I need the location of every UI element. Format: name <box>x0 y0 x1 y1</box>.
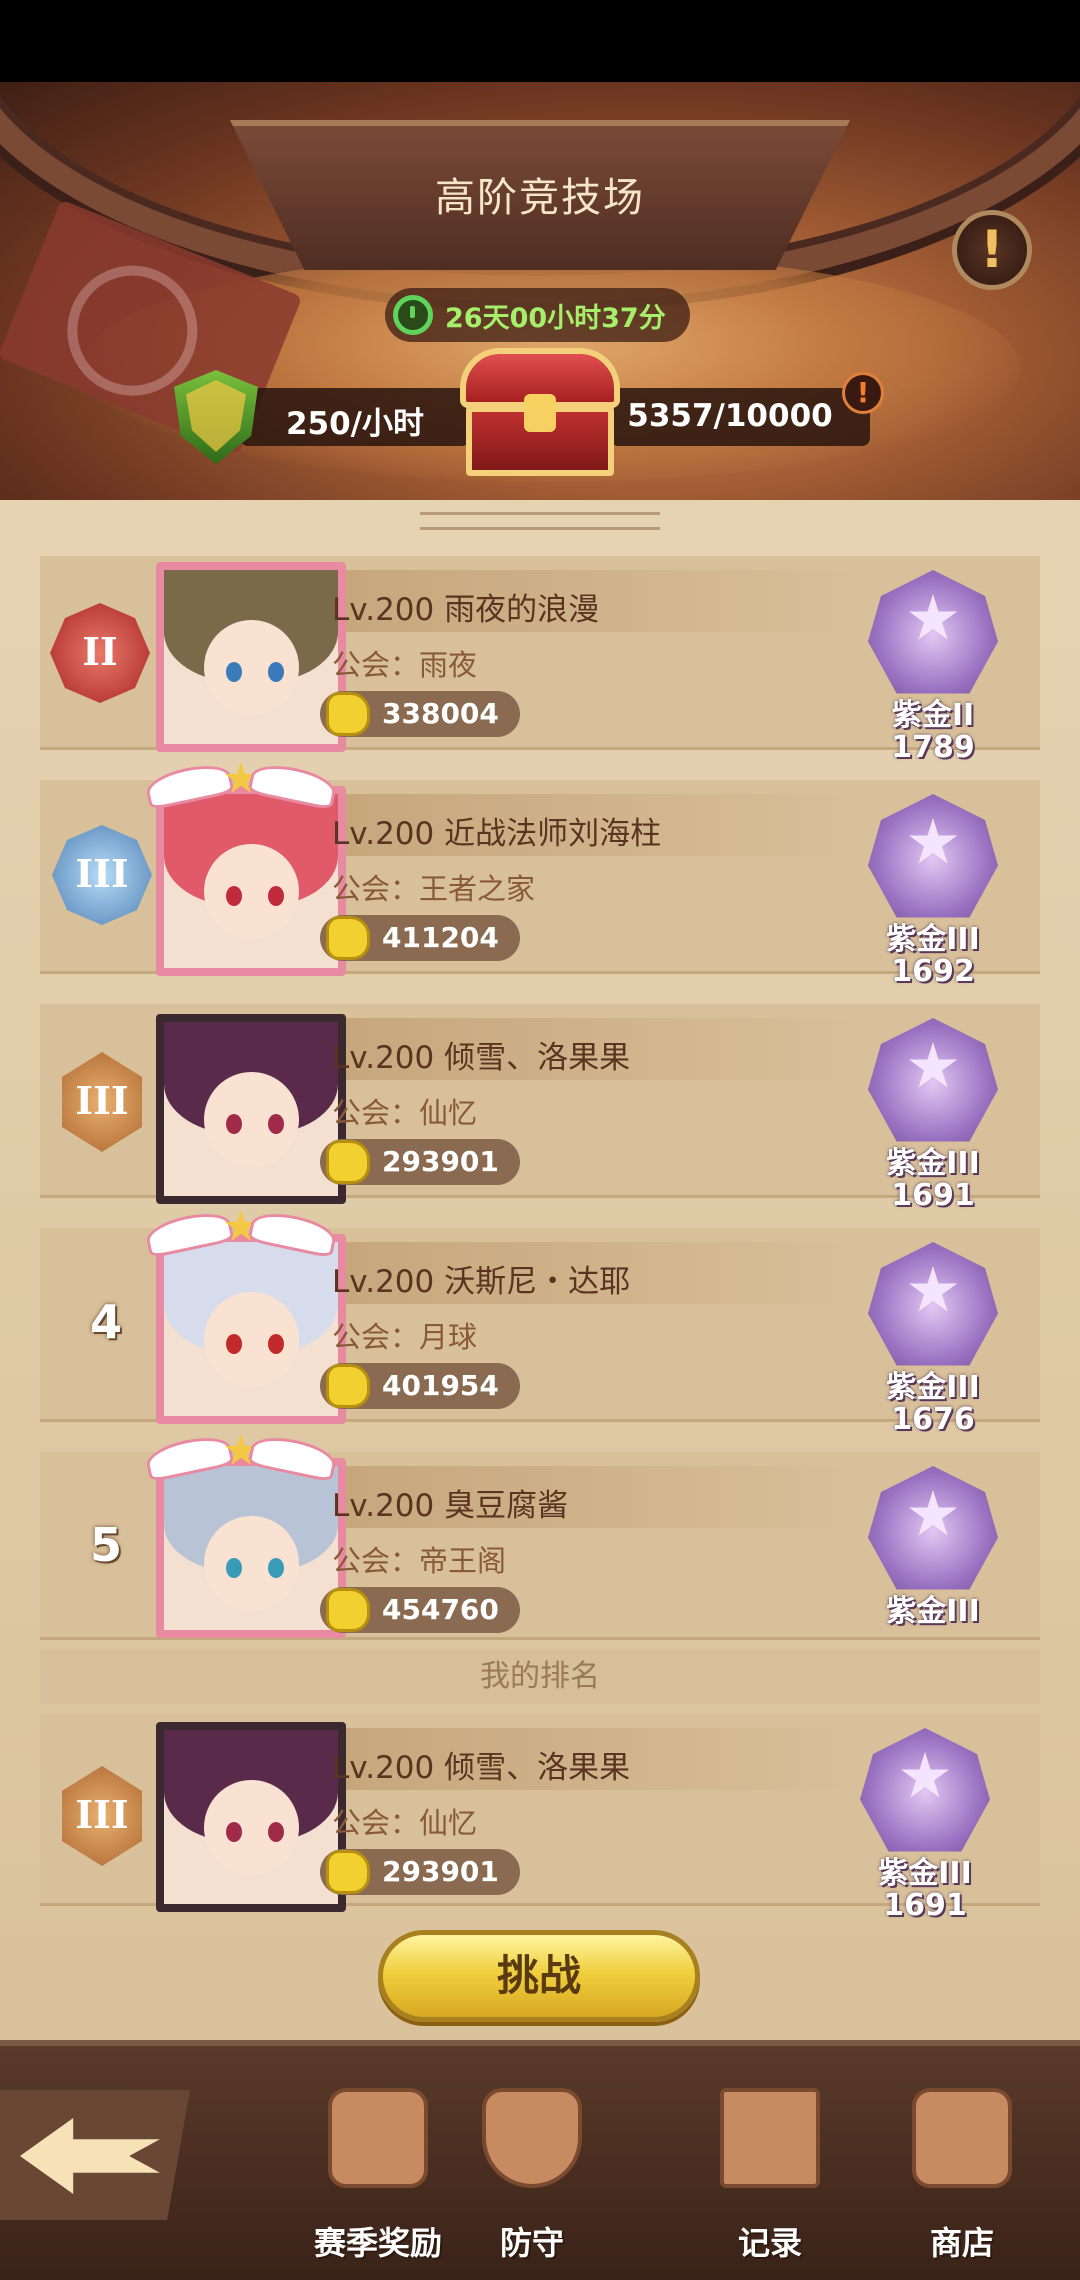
tier-name: 紫金III <box>886 1370 980 1405</box>
player-name: Lv.200 倾雪、洛果果 <box>332 1750 631 1786</box>
tier-name: 紫金III <box>878 1856 972 1891</box>
tier-score: 1692 <box>891 954 975 989</box>
tier-name: 紫金III <box>886 1146 980 1181</box>
timer-text: 26天00小时37分 <box>445 302 666 334</box>
clock-icon <box>393 295 433 335</box>
power-value: 293901 <box>382 1855 499 1888</box>
power-value: 411204 <box>382 921 499 954</box>
my-rank-label: 我的排名 <box>40 1650 1040 1704</box>
page-title: 高阶竞技场 <box>435 175 645 221</box>
tier-name: 紫金II <box>891 698 975 733</box>
tier-score: 1676 <box>891 1402 975 1437</box>
treasure-chest-icon[interactable] <box>460 348 620 478</box>
player-name: Lv.200 雨夜的浪漫 <box>332 592 600 628</box>
status-bar <box>0 0 1080 82</box>
player-guild: 公会：仙忆 <box>332 1806 478 1840</box>
record-button[interactable]: 记录 <box>690 2080 850 2270</box>
warning-icon[interactable]: ! <box>842 372 884 414</box>
player-name: Lv.200 倾雪、洛果果 <box>332 1040 631 1076</box>
avatar[interactable] <box>156 1722 346 1912</box>
power-value: 338004 <box>382 697 499 730</box>
player-guild: 公会：雨夜 <box>332 648 478 682</box>
player-guild: 公会：仙忆 <box>332 1096 478 1130</box>
fist-icon <box>326 916 370 960</box>
shield-icon <box>482 2088 582 2188</box>
rate-text: 250/小时 <box>285 406 425 442</box>
avatar[interactable] <box>156 1014 346 1204</box>
fist-icon <box>326 692 370 736</box>
scroll-icon <box>720 2088 820 2188</box>
wings-frame-icon <box>146 762 336 806</box>
rank-1-badge-icon: II <box>50 603 150 703</box>
power-value: 293901 <box>382 1145 499 1178</box>
chest-icon <box>328 2088 428 2188</box>
fist-icon <box>326 1140 370 1184</box>
shop-button[interactable]: 商店 <box>882 2080 1042 2270</box>
player-name: Lv.200 臭豆腐酱 <box>332 1488 569 1524</box>
nav-label: 赛季奖励 <box>313 2224 442 2262</box>
tier-score: 1691 <box>891 1178 975 1213</box>
power-value: 454760 <box>382 1593 499 1626</box>
nav-label: 记录 <box>737 2224 802 2262</box>
defense-button[interactable]: 防守 <box>452 2080 612 2270</box>
tier-name: 紫金III <box>886 1594 980 1629</box>
wings-frame-icon <box>146 1434 336 1478</box>
tier-name: 紫金III <box>886 922 980 957</box>
nav-label: 防守 <box>499 2224 564 2262</box>
avatar[interactable] <box>156 1234 346 1424</box>
power-value: 401954 <box>382 1369 499 1402</box>
reward-progress-text: 5357/10000 <box>627 398 833 434</box>
tier-score: 1691 <box>883 1888 967 1923</box>
challenge-button[interactable]: 挑战 <box>378 1930 700 2022</box>
player-guild: 公会：王者之家 <box>332 872 536 906</box>
player-name: Lv.200 近战法师刘海柱 <box>332 816 662 852</box>
player-name: Lv.200 沃斯尼・达耶 <box>332 1264 631 1300</box>
divider-ornament <box>420 512 660 530</box>
rank-number: 4 <box>89 1295 122 1349</box>
player-guild: 公会：月球 <box>332 1320 478 1354</box>
avatar[interactable] <box>156 1458 346 1638</box>
scales-icon <box>912 2088 1012 2188</box>
season-rewards-button[interactable]: 赛季奖励 <box>298 2080 458 2270</box>
rank-number: 5 <box>89 1518 122 1572</box>
fist-icon <box>326 1364 370 1408</box>
wings-frame-icon <box>146 1210 336 1254</box>
avatar[interactable] <box>156 786 346 976</box>
tier-score: 1789 <box>891 730 975 765</box>
season-timer: 26天00小时37分 <box>385 288 690 342</box>
fist-icon <box>326 1850 370 1894</box>
avatar[interactable] <box>156 562 346 752</box>
nav-label: 商店 <box>929 2224 994 2262</box>
player-guild: 公会：帝王阁 <box>332 1544 507 1578</box>
rank-2-badge-icon: III <box>52 825 152 925</box>
exclamation-icon[interactable]: ! <box>952 210 1032 290</box>
fist-icon <box>326 1588 370 1632</box>
